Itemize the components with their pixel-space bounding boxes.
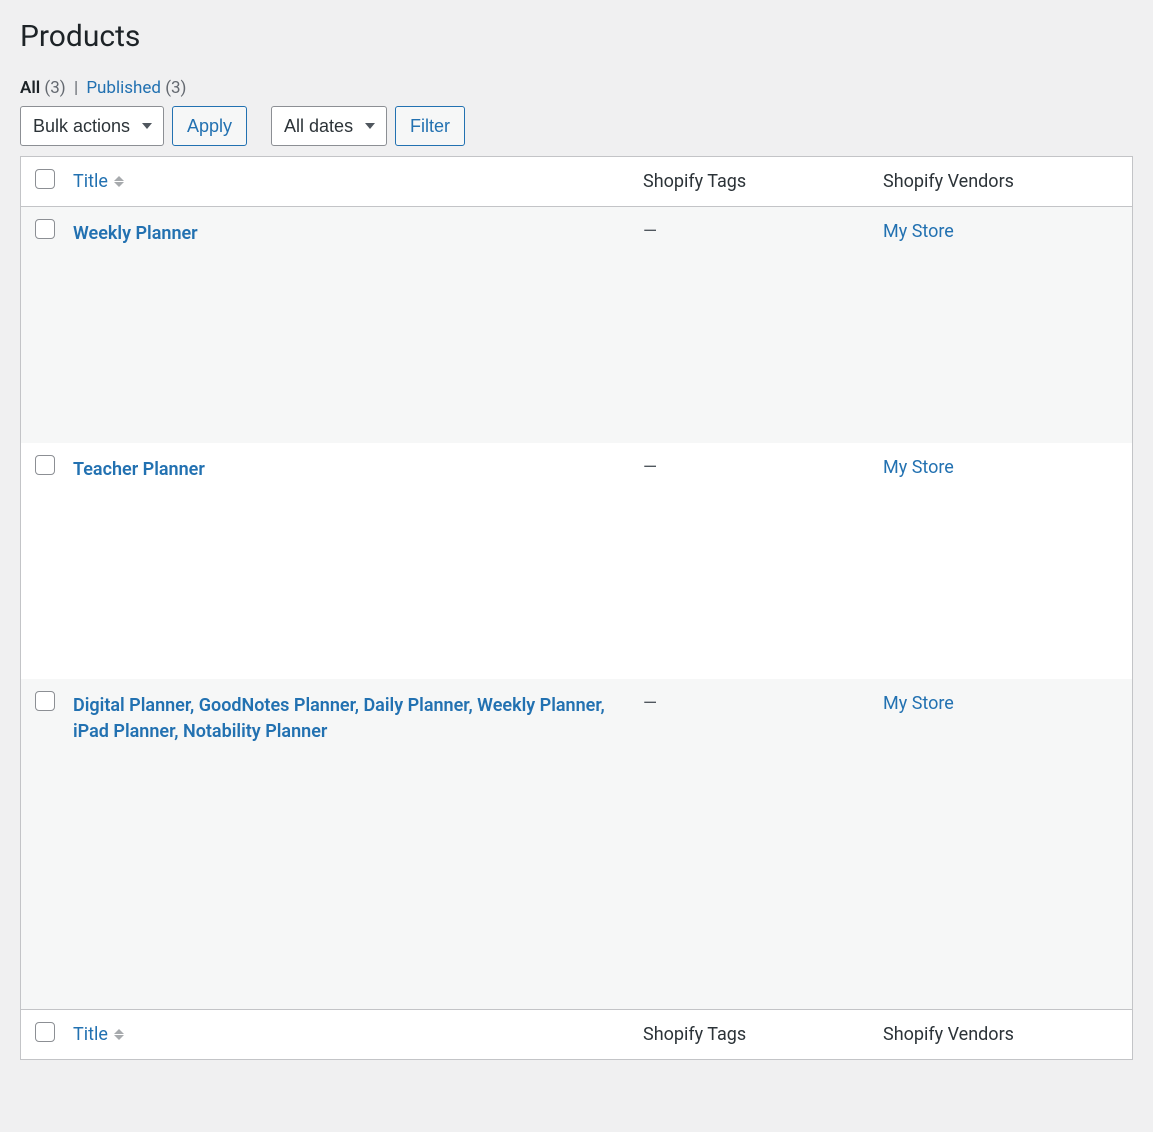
- column-tags-label: Shopify Tags: [633, 157, 873, 207]
- column-tags-label-footer: Shopify Tags: [633, 1009, 873, 1059]
- product-vendor-link[interactable]: My Store: [883, 221, 954, 242]
- view-filters: All (3) | Published (3): [20, 78, 1133, 98]
- product-title-link[interactable]: Weekly Planner: [73, 221, 613, 247]
- table-nav-top: Bulk actions Apply All dates Filter: [20, 106, 1133, 146]
- product-vendor-link[interactable]: My Store: [883, 457, 954, 478]
- filter-button[interactable]: Filter: [395, 106, 465, 146]
- sort-icon: [114, 1029, 124, 1040]
- column-title-sort[interactable]: Title: [73, 171, 124, 192]
- product-tags: —: [643, 693, 657, 714]
- bulk-actions-select[interactable]: Bulk actions: [20, 106, 164, 146]
- column-vendors-label-footer: Shopify Vendors: [873, 1009, 1132, 1059]
- view-separator: |: [70, 78, 82, 98]
- table-row: Teacher Planner — My Store: [21, 443, 1132, 679]
- view-all-label: All: [20, 78, 40, 98]
- product-tags: —: [643, 457, 657, 478]
- row-checkbox[interactable]: [35, 691, 55, 711]
- page-title: Products: [20, 10, 1133, 58]
- row-checkbox[interactable]: [35, 219, 55, 239]
- sort-icon: [114, 176, 124, 187]
- date-filter-select[interactable]: All dates: [271, 106, 387, 146]
- column-vendors-label: Shopify Vendors: [873, 157, 1132, 207]
- product-title-link[interactable]: Digital Planner, GoodNotes Planner, Dail…: [73, 693, 613, 745]
- view-published-label: Published: [86, 78, 161, 98]
- product-tags: —: [643, 221, 657, 242]
- column-title-label-footer: Title: [73, 1024, 108, 1045]
- products-table: Title Shopify Tags Shopify Vendors Weekl…: [20, 156, 1133, 1060]
- view-all-count: (3): [44, 78, 65, 98]
- row-checkbox[interactable]: [35, 455, 55, 475]
- apply-button[interactable]: Apply: [172, 106, 247, 146]
- column-title-sort-footer[interactable]: Title: [73, 1024, 124, 1045]
- product-vendor-link[interactable]: My Store: [883, 693, 954, 714]
- select-all-bottom-checkbox[interactable]: [35, 1022, 55, 1042]
- product-title-link[interactable]: Teacher Planner: [73, 457, 613, 483]
- table-row: Weekly Planner — My Store: [21, 207, 1132, 443]
- view-all-link[interactable]: All (3): [20, 78, 66, 98]
- select-all-top-checkbox[interactable]: [35, 169, 55, 189]
- column-title-label: Title: [73, 171, 108, 192]
- view-published-link[interactable]: Published (3): [86, 78, 186, 98]
- table-row: Digital Planner, GoodNotes Planner, Dail…: [21, 679, 1132, 1009]
- view-published-count: (3): [165, 78, 186, 98]
